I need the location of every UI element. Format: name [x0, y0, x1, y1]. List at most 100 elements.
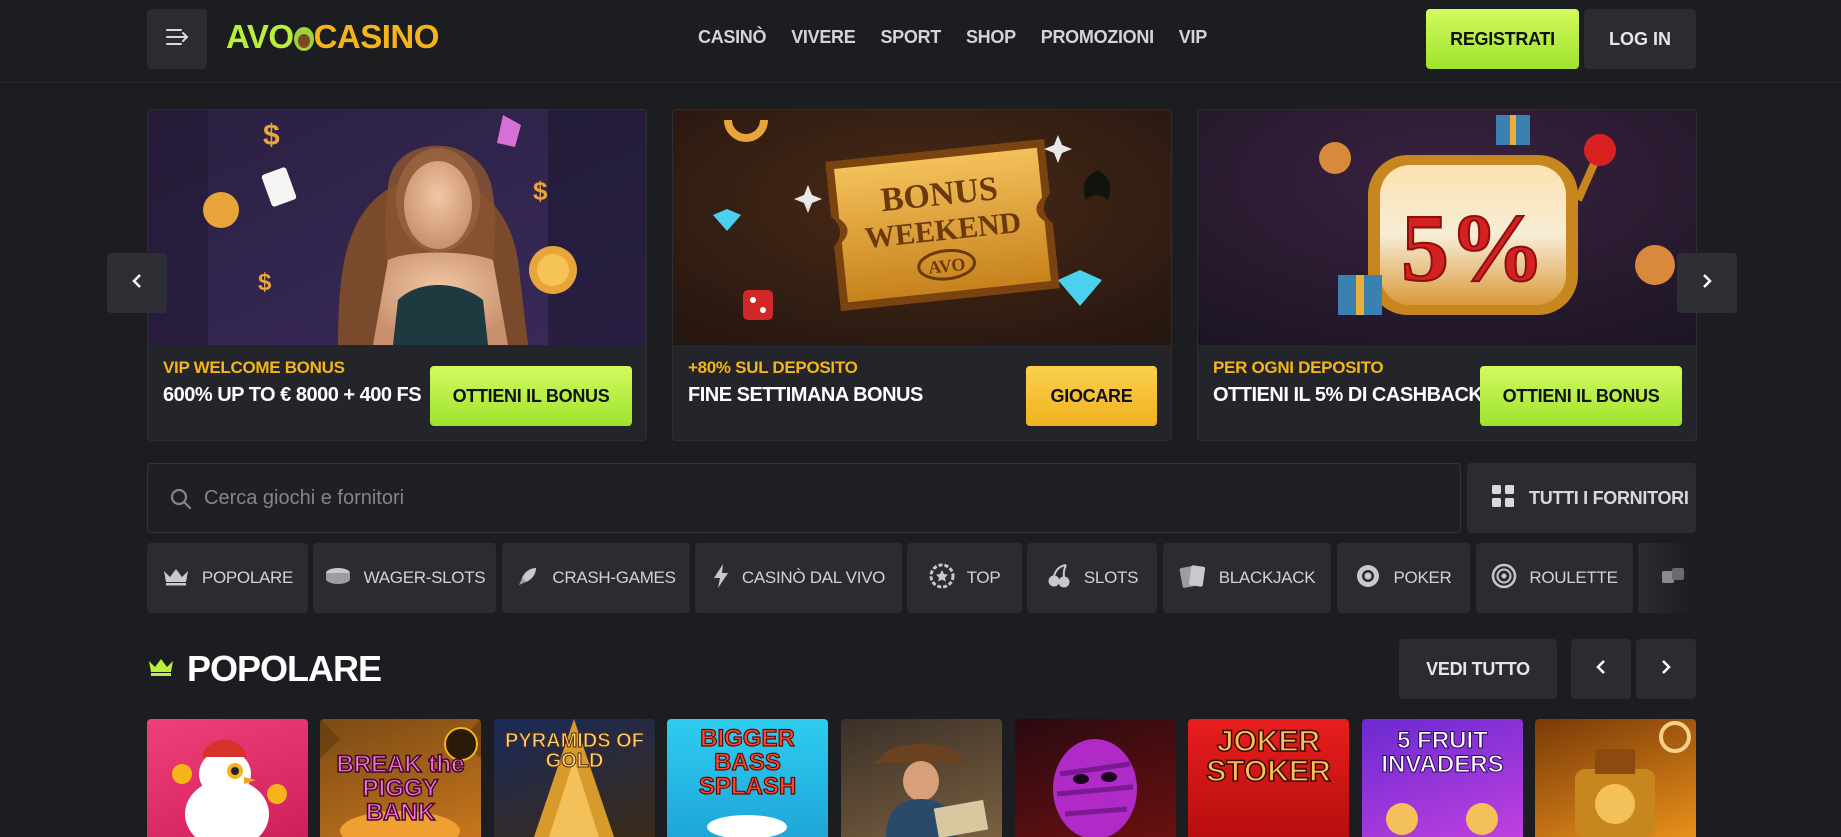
login-button[interactable]: LOG IN	[1584, 9, 1696, 69]
popular-prev-button[interactable]	[1571, 639, 1631, 699]
category-label: CASINÒ DAL VIVO	[741, 568, 886, 587]
promo-image-cashback: 5%	[1198, 110, 1696, 345]
crown-icon	[162, 566, 190, 591]
category-label: SLOTS	[1083, 568, 1139, 587]
game-tile[interactable]: PYRAMIDS OF GOLD	[494, 719, 655, 837]
game-tile[interactable]: BREAK the PIGGY BANK	[320, 719, 481, 837]
menu-icon	[165, 27, 189, 52]
category-top[interactable]: TOP	[907, 543, 1022, 613]
category-label: WAGER-SLOTS	[363, 568, 486, 587]
all-providers-button[interactable]: TUTTI I FORNITORI	[1467, 463, 1696, 533]
logo-part2: CASINO	[313, 18, 440, 55]
coins-icon	[324, 566, 352, 591]
category-popular[interactable]: POPOLARE	[147, 543, 308, 613]
promo-title: OTTIENI IL 5% DI CASHBACK	[1213, 384, 1483, 406]
get-bonus-button[interactable]: OTTIENI IL BONUS	[1480, 366, 1682, 426]
promo-eyebrow: +80% SUL DEPOSITO	[688, 358, 858, 377]
site-logo[interactable]: AVO CASINO	[226, 18, 439, 56]
category-crash-games[interactable]: CRASH-GAMES	[502, 543, 690, 613]
svg-text:$: $	[258, 269, 272, 296]
category-label: ROULETTE	[1529, 568, 1618, 587]
promo-image-vip: $ $ $	[148, 110, 646, 345]
poker-chip-icon	[1355, 563, 1381, 594]
promo-card-weekend: BONUS WEEKEND AVO +80% SUL DEPOSITO FINE…	[672, 109, 1172, 441]
category-more[interactable]	[1638, 543, 1696, 613]
game-title: PYRAMIDS OF GOLD	[505, 730, 645, 772]
play-button[interactable]: GIOCARE	[1026, 366, 1157, 426]
category-live-casino[interactable]: CASINÒ DAL VIVO	[695, 543, 902, 613]
chevron-right-icon	[1700, 273, 1714, 294]
category-label: POPOLARE	[201, 568, 294, 587]
top-header: AVO CASINO CASINÒ VIVERE SPORT SHOP PROM…	[0, 0, 1841, 83]
all-providers-label: TUTTI I FORNITORI	[1529, 487, 1689, 508]
train-art	[1575, 721, 1691, 837]
promo-card-vip: $ $ $ VIP WELCOME BONUS 600% UP TO € 800…	[147, 109, 647, 441]
section-title-label: POPOLARE	[187, 648, 382, 689]
game-tile[interactable]	[147, 719, 308, 837]
promo-title: FINE SETTIMANA BONUS	[688, 384, 923, 406]
category-label: CRASH-GAMES	[552, 568, 676, 587]
carousel-prev-button[interactable]	[107, 253, 167, 313]
roulette-icon	[1491, 563, 1517, 594]
logo-part1: AVO	[226, 18, 294, 55]
explorer-art	[871, 744, 989, 837]
nav-sport[interactable]: SPORT	[880, 27, 941, 48]
svg-text:$: $	[263, 119, 280, 152]
section-title-popular: POPOLARE	[147, 648, 382, 690]
register-button[interactable]: REGISTRATI	[1426, 9, 1579, 69]
crown-icon	[147, 656, 175, 683]
game-title: 5 FRUIT INVADERS	[1381, 727, 1504, 778]
category-label: POKER	[1393, 568, 1452, 587]
nav-vip[interactable]: VIP	[1179, 27, 1207, 48]
category-poker[interactable]: POKER	[1337, 543, 1470, 613]
get-bonus-button[interactable]: OTTIENI IL BONUS	[430, 366, 632, 426]
game-tile[interactable]	[841, 719, 1002, 837]
game-tile[interactable]: BIGGER BASS SPLASH	[667, 719, 828, 837]
category-label: BLACKJACK	[1218, 568, 1316, 587]
game-tile[interactable]	[1535, 719, 1696, 837]
category-wager-slots[interactable]: WAGER-SLOTS	[313, 543, 496, 613]
nav-live[interactable]: VIVERE	[791, 27, 856, 48]
mummy-art	[1053, 739, 1137, 837]
nav-promotions[interactable]: PROMOZIONI	[1041, 27, 1154, 48]
chevron-left-icon	[1594, 659, 1608, 680]
badge-icon	[929, 563, 955, 594]
popular-next-button[interactable]	[1636, 639, 1696, 699]
nav-casino[interactable]: CASINÒ	[698, 27, 767, 48]
cashback-value: 5%	[1401, 194, 1545, 301]
carousel-next-button[interactable]	[1677, 253, 1737, 313]
promo-eyebrow: PER OGNI DEPOSITO	[1213, 358, 1384, 377]
chevron-right-icon	[1659, 659, 1673, 680]
cards-icon	[1179, 563, 1207, 594]
promo-title: 600% UP TO € 8000 + 400 FS	[163, 384, 422, 406]
grid-icon	[1491, 484, 1515, 513]
promo-image-weekend: BONUS WEEKEND AVO	[673, 110, 1171, 345]
lightning-icon	[712, 563, 730, 594]
search-icon	[170, 488, 192, 515]
promo-eyebrow: VIP WELCOME BONUS	[163, 358, 345, 377]
chevron-left-icon	[130, 273, 144, 294]
category-label: TOP	[966, 568, 1001, 587]
rocket-icon	[516, 564, 540, 593]
game-title: JOKER STOKER	[1206, 725, 1332, 788]
avocado-icon	[292, 22, 316, 52]
category-slots[interactable]: SLOTS	[1027, 543, 1157, 613]
see-all-button[interactable]: VEDI TUTTO	[1399, 639, 1557, 699]
dice-icon	[1660, 565, 1686, 592]
category-blackjack[interactable]: BLACKJACK	[1163, 543, 1331, 613]
svg-text:$: $	[533, 176, 548, 206]
category-roulette[interactable]: ROULETTE	[1476, 543, 1633, 613]
ticket-badge: AVO	[927, 254, 966, 278]
game-tile[interactable]: 5 FRUIT INVADERS	[1362, 719, 1523, 837]
game-title: BREAK the PIGGY BANK	[336, 751, 466, 826]
menu-toggle-button[interactable]	[147, 9, 207, 69]
main-nav: CASINÒ VIVERE SPORT SHOP PROMOZIONI VIP	[698, 27, 1207, 48]
game-tile[interactable]	[1015, 719, 1176, 837]
cherry-icon	[1046, 563, 1072, 594]
promo-card-cashback: 5% PER OGNI DEPOSITO OTTIENI IL 5% DI CA…	[1197, 109, 1697, 441]
game-title: BIGGER BASS SPLASH	[698, 725, 797, 800]
game-tile[interactable]: JOKER STOKER	[1188, 719, 1349, 837]
chicken-art	[172, 739, 287, 837]
nav-shop[interactable]: SHOP	[966, 27, 1016, 48]
search-input[interactable]	[204, 464, 1404, 532]
